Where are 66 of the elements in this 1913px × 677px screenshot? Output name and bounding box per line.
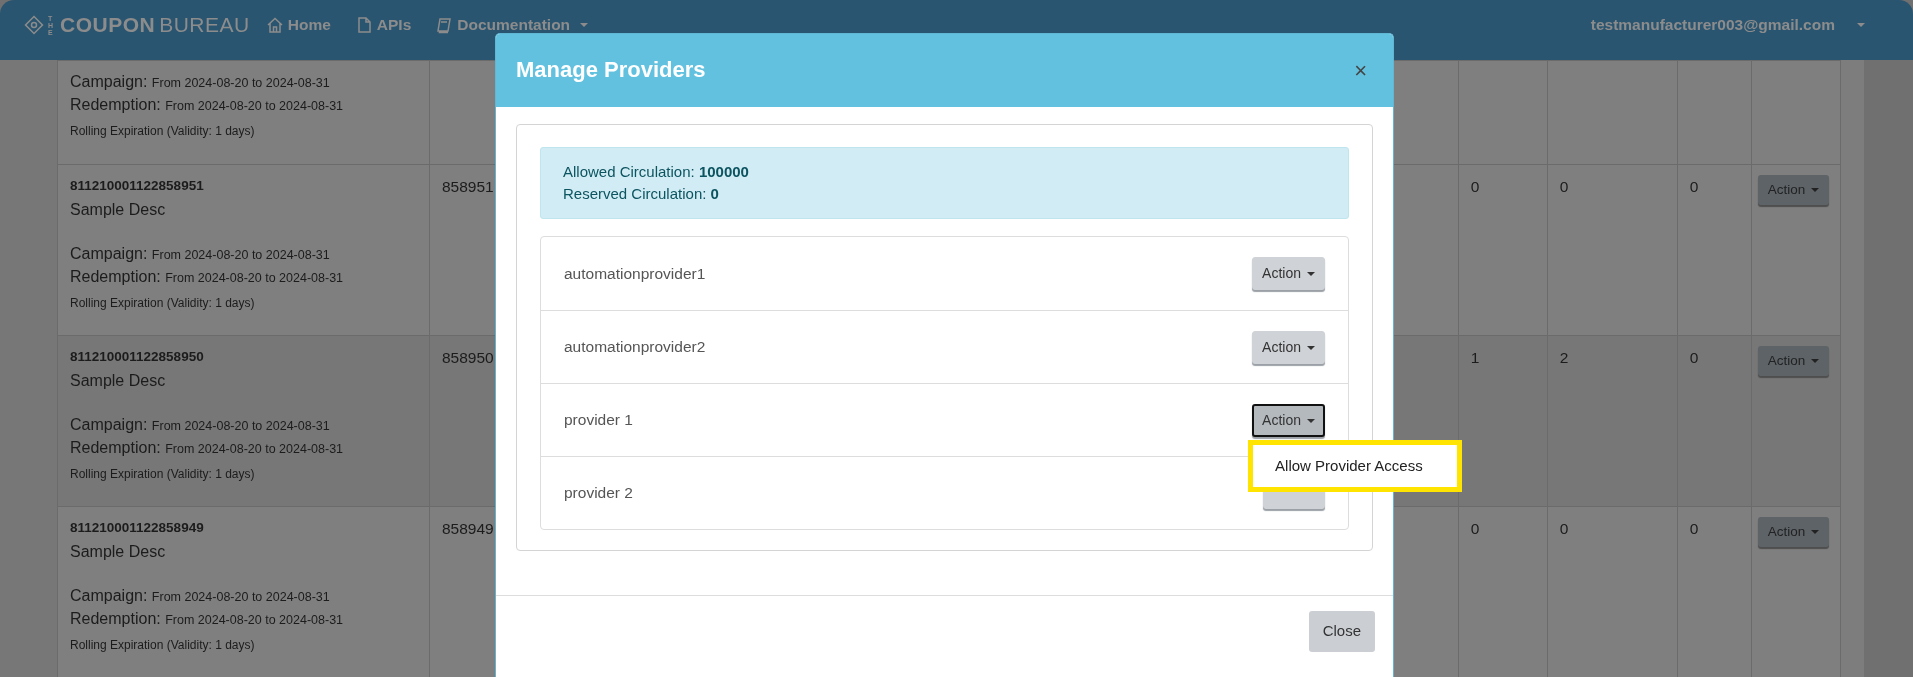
coupon-code: 811210001122858949	[70, 519, 205, 537]
coupon-id: 858949	[442, 520, 494, 537]
campaign-dates: From 2024-08-20 to 2024-08-31	[151, 419, 330, 433]
redemption-dates: From 2024-08-20 to 2024-08-31	[165, 271, 344, 285]
count-value: 0	[1470, 178, 1480, 195]
coupon-code: 811210001122858951	[70, 177, 205, 195]
caret-icon	[1307, 345, 1315, 350]
book-icon	[435, 16, 454, 34]
circulation-line: Allowed Circulation: 100000	[563, 162, 750, 182]
count-value: 2	[1559, 349, 1569, 366]
redemption-label: Redemption:	[70, 610, 161, 627]
caret-icon	[1857, 23, 1865, 27]
caret-icon	[1307, 418, 1315, 423]
campaign-label: Campaign:	[70, 245, 148, 262]
caret-icon	[1811, 359, 1820, 364]
provider-name: automationprovider2	[564, 337, 706, 358]
campaign-label: Campaign:	[70, 587, 148, 604]
circulation-line: Reserved Circulation: 0	[563, 184, 720, 204]
nav-link[interactable]: Home	[265, 13, 331, 37]
modal-title: Manage Providers	[516, 57, 706, 84]
count-value: 0	[1689, 349, 1699, 366]
coupon-code: 811210001122858950	[70, 348, 205, 366]
action-button[interactable]: Action	[1252, 403, 1325, 437]
coupon-description: Sample Desc	[70, 542, 167, 562]
action-button[interactable]: Action	[1757, 175, 1830, 206]
provider-name: provider 2	[564, 483, 633, 504]
action-button[interactable]: Action	[1252, 257, 1325, 290]
nav-link[interactable]: APIs	[354, 13, 412, 37]
coupon-description: Sample Desc	[70, 200, 167, 220]
count-value: 0	[1470, 520, 1480, 537]
rolling-expiration: Rolling Expiration (Validity: 1 days)	[70, 123, 256, 140]
redemption-label: Redemption:	[70, 439, 161, 456]
action-button[interactable]: Action	[1252, 330, 1325, 364]
provider-name: automationprovider1	[564, 263, 706, 284]
count-value: 0	[1689, 178, 1699, 195]
redemption-label: Redemption:	[70, 96, 161, 113]
caret-icon	[1307, 272, 1315, 277]
coupon-id: 858951	[442, 178, 494, 195]
campaign-dates: From 2024-08-20 to 2024-08-31	[151, 590, 330, 604]
campaign-label: Campaign:	[70, 73, 148, 90]
coupon-id: 858950	[442, 349, 494, 366]
close-button[interactable]: ×	[1350, 59, 1371, 82]
redemption-label: Redemption:	[70, 268, 161, 285]
caret-icon	[1811, 188, 1820, 193]
home-icon	[265, 16, 284, 34]
action-button[interactable]: Action	[1757, 517, 1830, 548]
redemption-dates: From 2024-08-20 to 2024-08-31	[165, 442, 344, 456]
campaign-label: Campaign:	[70, 416, 148, 433]
caret-icon	[1811, 530, 1820, 535]
user-menu[interactable]: testmanufacturer003@gmail.com	[1590, 13, 1865, 37]
campaign-dates: From 2024-08-20 to 2024-08-31	[151, 76, 330, 90]
diamond-logo-icon	[24, 15, 44, 35]
redemption-dates: From 2024-08-20 to 2024-08-31	[165, 99, 344, 113]
count-value: 0	[1559, 178, 1569, 195]
rolling-expiration: Rolling Expiration (Validity: 1 days)	[70, 637, 256, 654]
count-value: 0	[1689, 520, 1699, 537]
count-value: 1	[1470, 349, 1480, 366]
close-button[interactable]: Close	[1308, 611, 1375, 652]
count-value: 0	[1559, 520, 1569, 537]
coupon-description: Sample Desc	[70, 371, 167, 391]
action-button[interactable]: Action	[1757, 346, 1830, 377]
redemption-dates: From 2024-08-20 to 2024-08-31	[165, 613, 344, 627]
rolling-expiration: Rolling Expiration (Validity: 1 days)	[70, 466, 256, 483]
campaign-dates: From 2024-08-20 to 2024-08-31	[151, 248, 330, 262]
provider-name: provider 1	[564, 410, 633, 431]
rolling-expiration: Rolling Expiration (Validity: 1 days)	[70, 295, 256, 312]
